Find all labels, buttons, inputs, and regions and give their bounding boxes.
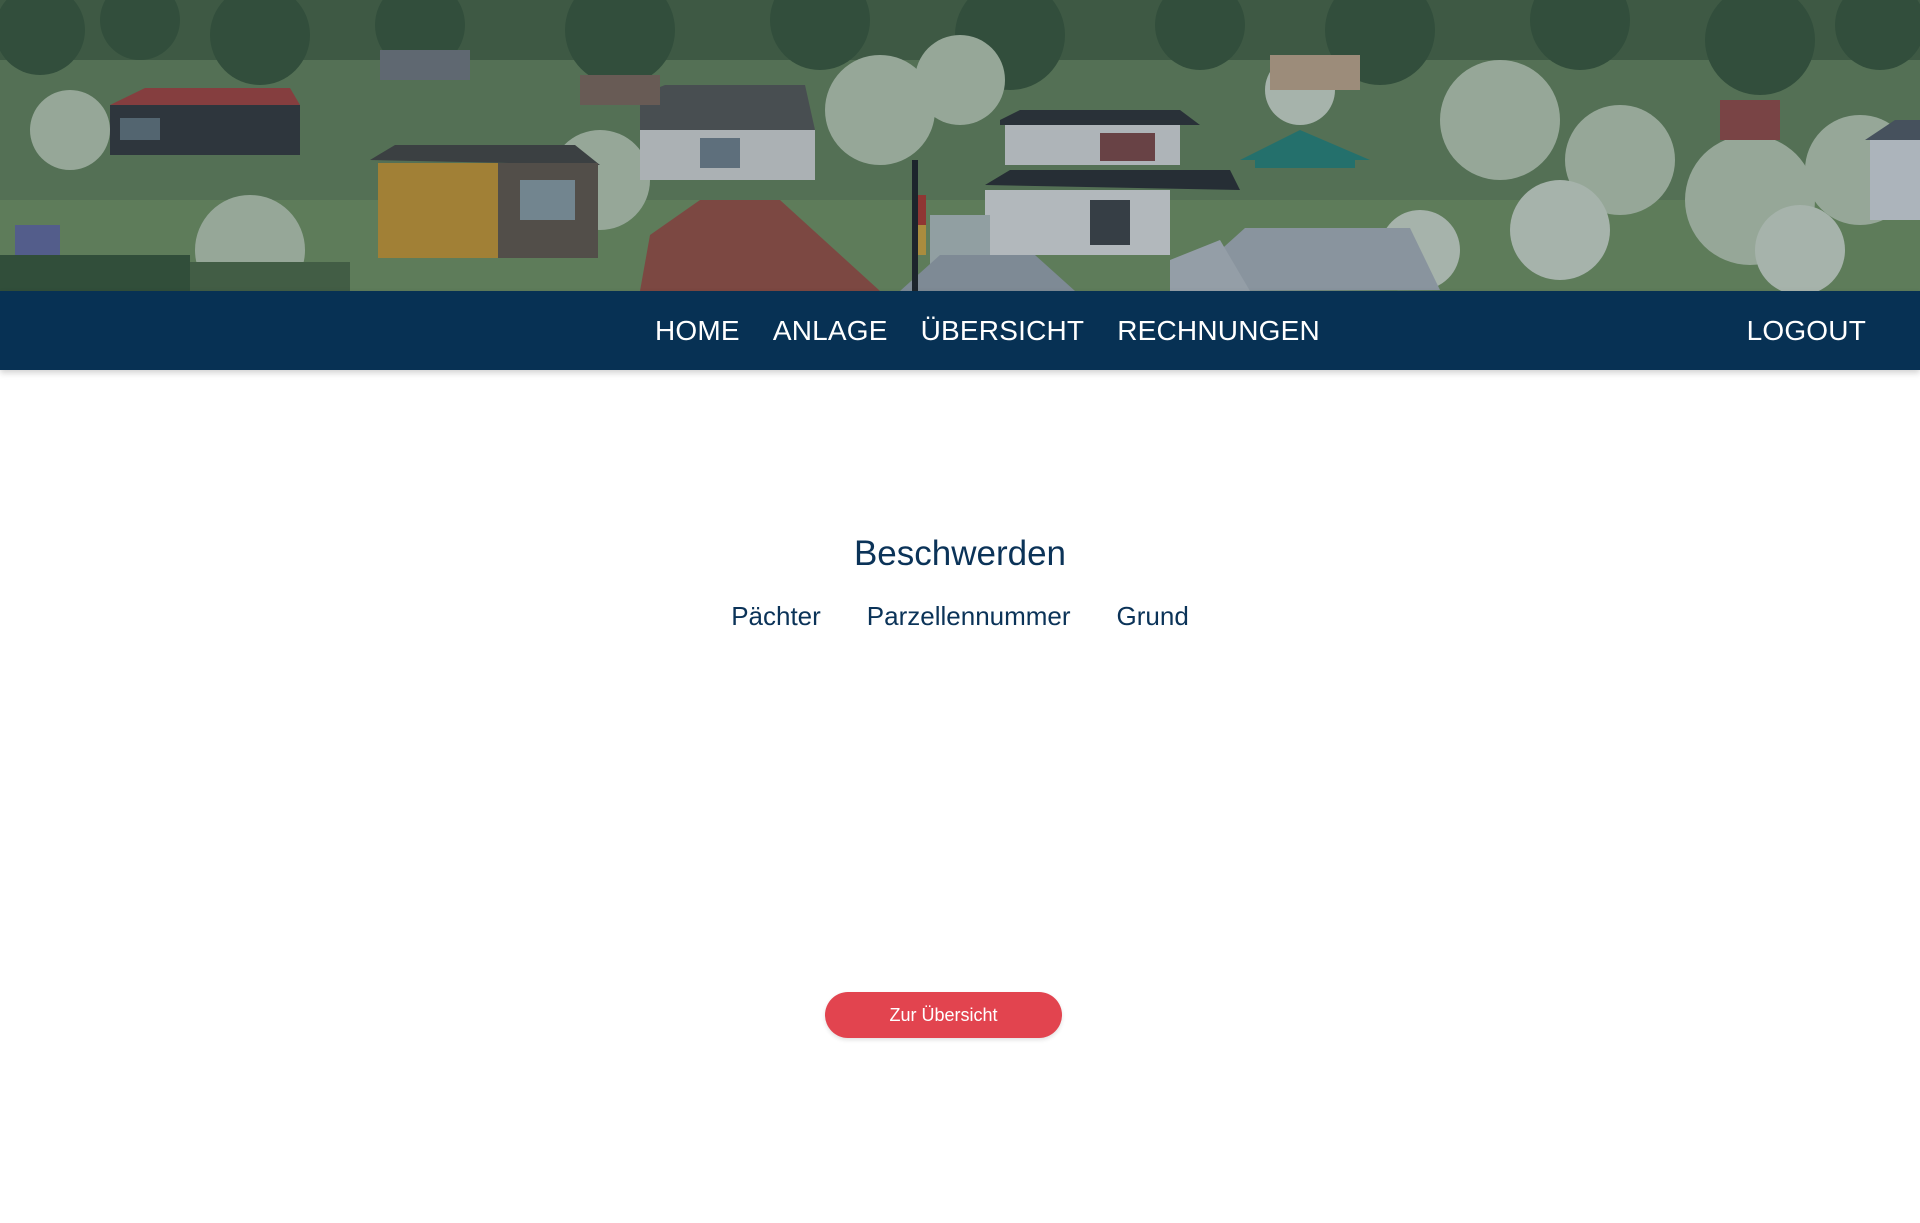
nav-link-anlage[interactable]: ANLAGE: [773, 315, 888, 347]
complaints-table-header: Pächter Parzellennummer Grund: [0, 601, 1920, 632]
column-header-paechter: Pächter: [731, 601, 821, 631]
page-title: Beschwerden: [853, 534, 1067, 573]
column-header-grund: Grund: [1116, 601, 1189, 631]
main-navbar: HOME ANLAGE ÜBERSICHT RECHNUNGEN LOGOUT: [0, 291, 1920, 370]
column-header-parzellennummer: Parzellennummer: [866, 601, 1071, 631]
nav-link-uebersicht[interactable]: ÜBERSICHT: [921, 315, 1085, 347]
nav-link-home[interactable]: HOME: [655, 315, 740, 347]
back-to-overview-button[interactable]: Zur Übersicht: [825, 992, 1062, 1038]
hero-banner-image: [0, 0, 1920, 291]
logout-link[interactable]: LOGOUT: [1747, 291, 1866, 370]
nav-link-rechnungen[interactable]: RECHNUNGEN: [1117, 315, 1320, 347]
nav-menu: HOME ANLAGE ÜBERSICHT RECHNUNGEN: [655, 291, 1320, 370]
